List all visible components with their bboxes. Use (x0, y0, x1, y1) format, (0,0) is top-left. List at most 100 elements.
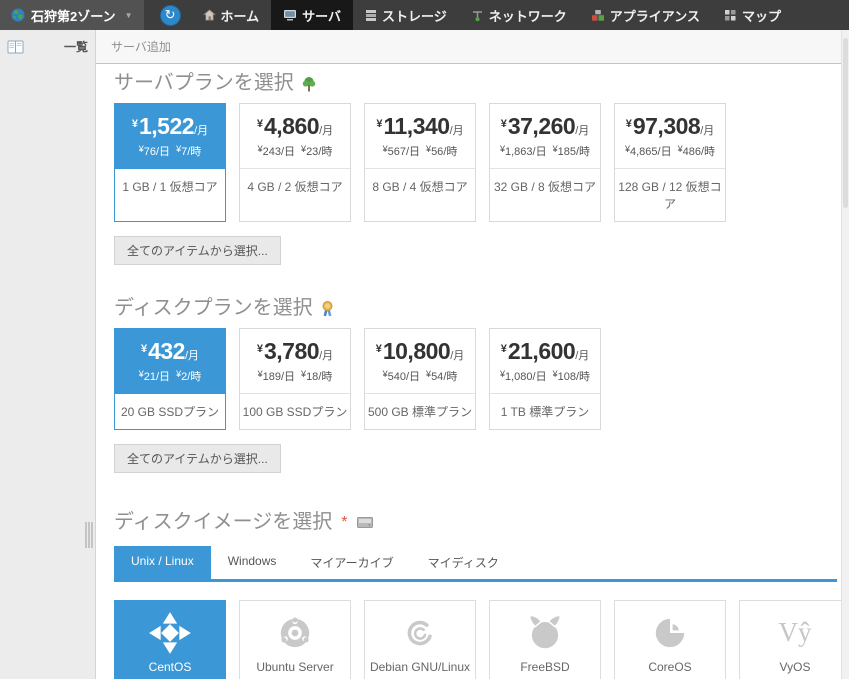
storage-icon (365, 9, 377, 22)
server-plan-cards: ¥1,522/月 ¥76/日¥7/時 1 GB / 1 仮想コア ¥4,860/… (114, 103, 837, 222)
disk-plan-card[interactable]: ¥10,800/月 ¥540/日¥54/時 500 GB 標準プラン (364, 328, 476, 430)
disk-plan-card[interactable]: ¥21,600/月 ¥1,080/日¥108/時 1 TB 標準プラン (489, 328, 601, 430)
disk-image-tabs: Unix / Linux Windows マイアーカイブ マイディスク (114, 546, 837, 582)
sub-price: ¥189/日¥18/時 (258, 368, 333, 384)
os-name: VyOS (740, 657, 841, 679)
tab-my-archive[interactable]: マイアーカイブ (293, 546, 410, 579)
sub-price: ¥21/日¥2/時 (139, 368, 202, 384)
plan-spec-label: 4 GB / 2 仮想コア (240, 168, 350, 204)
sub-price: ¥1,863/日¥185/時 (500, 143, 590, 159)
monthly-price: ¥10,800/月 (376, 338, 465, 365)
nav-map-label: マップ (742, 6, 781, 25)
nav-appliance-label: アプライアンス (610, 6, 700, 25)
server-plan-card[interactable]: ¥37,260/月 ¥1,863/日¥185/時 32 GB / 8 仮想コア (489, 103, 601, 222)
os-card-vyos[interactable]: Vŷ VyOS - ▼ (739, 600, 841, 679)
os-card-centos[interactable]: CentOS 7.0 64bit (基本セ ▼ (114, 600, 226, 679)
appliance-icon (591, 9, 605, 22)
os-name: Debian GNU/Linux (365, 657, 475, 679)
os-card-freebsd[interactable]: FreeBSD - ▼ (489, 600, 601, 679)
network-icon (471, 9, 484, 22)
vertical-scrollbar[interactable] (841, 30, 849, 679)
zone-selector[interactable]: 石狩第2ゾーン ▼ (0, 0, 144, 30)
nav-storage-label: ストレージ (382, 6, 447, 25)
monthly-price: ¥21,600/月 (501, 338, 590, 365)
currency-symbol: ¥ (132, 118, 138, 130)
freebsd-logo-icon (524, 612, 566, 654)
disk-drive-icon (357, 517, 373, 528)
main-nav: ホーム サーバ ストレージ ネットワーク アプライアンス マップ (191, 0, 794, 30)
os-card-debian[interactable]: Debian GNU/Linux - ▼ (364, 600, 476, 679)
coreos-logo-icon (649, 612, 691, 654)
nav-home[interactable]: ホーム (191, 0, 272, 30)
sub-price: ¥540/日¥54/時 (383, 368, 458, 384)
server-plan-title-text: サーバプランを選択 (114, 72, 294, 95)
os-card-coreos[interactable]: CoreOS - ▼ (614, 600, 726, 679)
plan-spec-label: 1 GB / 1 仮想コア (115, 168, 225, 204)
medal-icon (321, 301, 334, 317)
main-panel: サーバ追加 サーバプランを選択 ¥1,522/月 ¥76/日¥7/時 1 GB … (96, 30, 841, 679)
debian-logo-icon (399, 612, 441, 654)
chevron-down-icon: ▼ (125, 11, 133, 20)
tab-unix-linux[interactable]: Unix / Linux (114, 546, 211, 579)
monthly-price: ¥37,260/月 (501, 113, 590, 140)
tab-windows[interactable]: Windows (211, 546, 294, 579)
sub-price: ¥1,080/日¥108/時 (500, 368, 590, 384)
breadcrumb: サーバ追加 (96, 30, 841, 64)
sidebar-list-label: 一覧 (64, 38, 88, 55)
book-icon[interactable] (7, 40, 24, 54)
disk-image-cards: CentOS 7.0 64bit (基本セ ▼ Ubuntu Server (114, 600, 837, 679)
server-plan-card[interactable]: ¥97,308/月 ¥4,865/日¥486/時 128 GB / 12 仮想コ… (614, 103, 726, 222)
sub-price: ¥76/日¥7/時 (139, 143, 202, 159)
nav-network[interactable]: ネットワーク (459, 0, 579, 30)
server-plan-title: サーバプランを選択 (114, 72, 837, 95)
os-name: CoreOS (615, 657, 725, 679)
content: サーバプランを選択 ¥1,522/月 ¥76/日¥7/時 1 GB / 1 仮想… (96, 64, 841, 679)
zone-label: 石狩第2ゾーン (31, 6, 116, 25)
sidebar: 一覧 (0, 30, 96, 679)
server-plan-card[interactable]: ¥1,522/月 ¥76/日¥7/時 1 GB / 1 仮想コア (114, 103, 226, 222)
disk-image-title: ディスクイメージを選択 * (114, 511, 837, 534)
monthly-price: ¥11,340/月 (376, 113, 463, 140)
refresh-button[interactable]: ↻ (160, 5, 181, 26)
disk-plan-cards: ¥432/月 ¥21/日¥2/時 20 GB SSDプラン ¥3,780/月 ¥… (114, 328, 837, 430)
plan-spec-label: 500 GB 標準プラン (365, 393, 475, 429)
required-asterisk: * (341, 511, 347, 534)
server-plan-select-all-button[interactable]: 全てのアイテムから選択... (114, 236, 281, 265)
os-name: Ubuntu Server (240, 657, 350, 679)
globe-icon (11, 8, 25, 22)
plan-spec-label: 32 GB / 8 仮想コア (490, 168, 600, 204)
breadcrumb-label: サーバ追加 (111, 38, 171, 55)
monthly-price: ¥4,860/月 (257, 113, 333, 140)
server-plan-card[interactable]: ¥11,340/月 ¥567/日¥56/時 8 GB / 4 仮想コア (364, 103, 476, 222)
disk-plan-card[interactable]: ¥3,780/月 ¥189/日¥18/時 100 GB SSDプラン (239, 328, 351, 430)
plan-spec-label: 20 GB SSDプラン (115, 393, 225, 429)
plan-spec-label: 1 TB 標準プラン (490, 393, 600, 429)
disk-plan-select-all-button[interactable]: 全てのアイテムから選択... (114, 444, 281, 473)
home-icon (203, 9, 216, 21)
disk-plan-card[interactable]: ¥432/月 ¥21/日¥2/時 20 GB SSDプラン (114, 328, 226, 430)
os-card-ubuntu[interactable]: Ubuntu Server - ▼ (239, 600, 351, 679)
sub-price: ¥567/日¥56/時 (383, 143, 458, 159)
disk-plan-title: ディスクプランを選択 (114, 297, 837, 320)
ubuntu-logo-icon (274, 612, 316, 654)
os-name: FreeBSD (490, 657, 600, 679)
nav-home-label: ホーム (221, 6, 260, 25)
topbar: 石狩第2ゾーン ▼ ↻ ホーム サーバ ストレージ ネットワーク アプライアンス… (0, 0, 849, 30)
scrollbar-thumb[interactable] (843, 38, 848, 208)
tab-my-disk[interactable]: マイディスク (411, 546, 516, 579)
sub-price: ¥4,865/日¥486/時 (625, 143, 715, 159)
server-icon (283, 9, 297, 21)
server-plan-card[interactable]: ¥4,860/月 ¥243/日¥23/時 4 GB / 2 仮想コア (239, 103, 351, 222)
nav-server[interactable]: サーバ (271, 0, 353, 30)
plan-spec-label: 8 GB / 4 仮想コア (365, 168, 475, 204)
centos-logo-icon (148, 611, 192, 655)
vyos-logo-icon: Vŷ (779, 619, 812, 646)
monthly-price: ¥3,780/月 (257, 338, 333, 365)
monthly-price: ¥1,522/月 (132, 113, 208, 140)
disk-image-title-text: ディスクイメージを選択 (114, 511, 332, 534)
panel-resize-grip[interactable] (85, 522, 94, 548)
tree-icon (302, 76, 316, 92)
nav-map[interactable]: マップ (712, 0, 793, 30)
nav-storage[interactable]: ストレージ (353, 0, 459, 30)
nav-appliance[interactable]: アプライアンス (579, 0, 712, 30)
